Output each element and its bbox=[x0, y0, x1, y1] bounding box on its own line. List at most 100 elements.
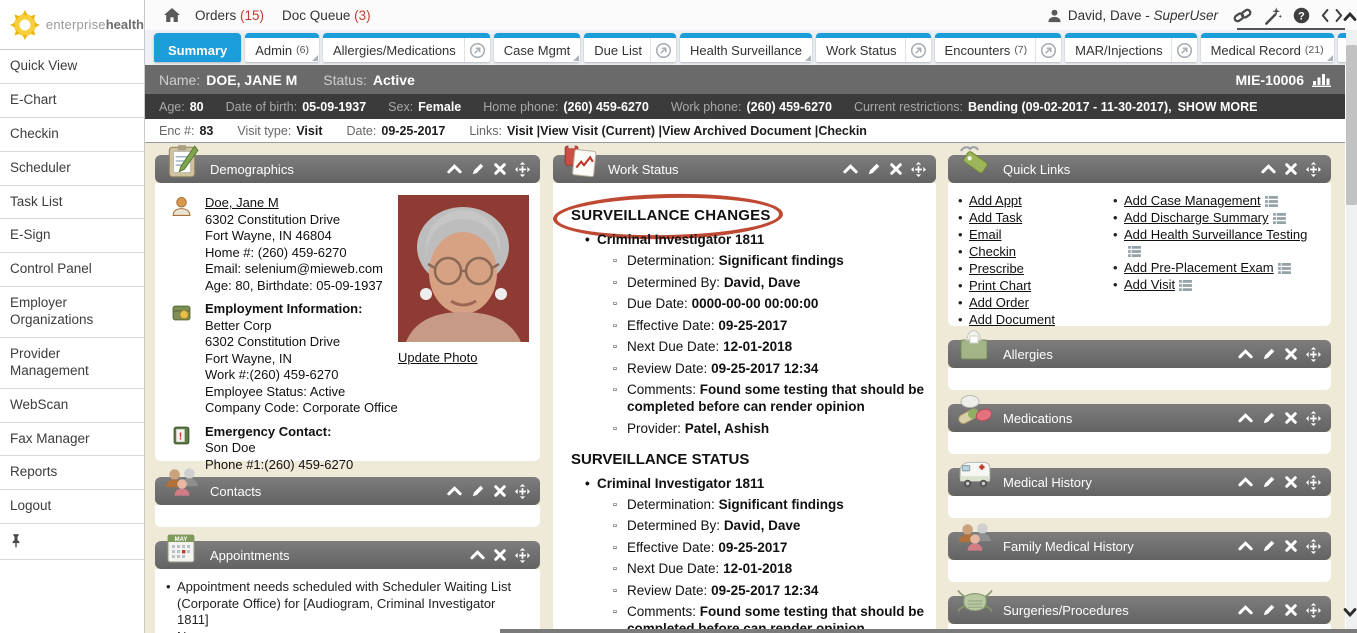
sidebar-pin-button[interactable] bbox=[0, 524, 144, 560]
quick-link-prescribe[interactable]: Prescribe bbox=[969, 261, 1024, 276]
close-icon[interactable] bbox=[1285, 476, 1297, 488]
close-icon[interactable] bbox=[890, 163, 902, 175]
quick-link-add-pre-placement-exam[interactable]: Add Pre-Placement Exam bbox=[1124, 260, 1274, 275]
close-icon[interactable] bbox=[1285, 412, 1297, 424]
link-view-visit-current[interactable]: View Visit (Current) bbox=[540, 124, 662, 138]
quick-link-email[interactable]: Email bbox=[969, 227, 1002, 242]
tab-mar-injections[interactable]: MAR/Injections bbox=[1065, 33, 1196, 62]
tab-encounters[interactable]: Encounters(7) bbox=[935, 33, 1062, 62]
edit-icon[interactable] bbox=[1262, 411, 1276, 425]
orders-nav[interactable]: Orders (15) bbox=[195, 8, 264, 23]
appointments-panel-header[interactable]: Appointments bbox=[155, 541, 540, 569]
scroll-up-icon[interactable] bbox=[1343, 12, 1357, 21]
sidebar-item-employer-organizations[interactable]: Employer Organizations bbox=[0, 287, 144, 338]
work-status-panel-header[interactable]: Work Status bbox=[553, 155, 936, 183]
move-icon[interactable] bbox=[1306, 347, 1321, 362]
tab-admin[interactable]: Admin(6) bbox=[245, 33, 319, 62]
scrollbar-thumb[interactable] bbox=[1346, 45, 1357, 205]
quick-link-add-health-surveillance-testing[interactable]: Add Health Surveillance Testing bbox=[1124, 227, 1307, 242]
edit-icon[interactable] bbox=[1262, 603, 1276, 617]
edit-icon[interactable] bbox=[471, 162, 485, 176]
close-icon[interactable] bbox=[1285, 348, 1297, 360]
tab-case-mgmt[interactable]: Case Mgmt bbox=[494, 33, 580, 62]
link-icon[interactable] bbox=[1233, 6, 1252, 25]
quick-link-add-order[interactable]: Add Order bbox=[969, 295, 1029, 310]
allergies-panel-header[interactable]: Allergies bbox=[948, 340, 1331, 368]
collapse-icon[interactable] bbox=[1238, 605, 1253, 615]
patient-name-link[interactable]: Doe, Jane M bbox=[205, 195, 279, 210]
popout-icon[interactable] bbox=[1035, 38, 1061, 62]
quick-links-panel-header[interactable]: Quick Links bbox=[948, 155, 1331, 183]
quick-link-add-case-management[interactable]: Add Case Management bbox=[1124, 193, 1261, 208]
popout-icon[interactable] bbox=[1171, 38, 1197, 62]
collapse-icon[interactable] bbox=[1261, 164, 1276, 174]
home-icon[interactable] bbox=[163, 7, 181, 23]
tab-work-status[interactable]: Work Status bbox=[816, 33, 931, 62]
edit-icon[interactable] bbox=[471, 484, 485, 498]
link-checkin[interactable]: Checkin bbox=[818, 124, 867, 138]
popout-icon[interactable] bbox=[905, 38, 931, 62]
tab-summary[interactable]: Summary bbox=[154, 33, 241, 62]
demographics-panel-header[interactable]: Demographics bbox=[155, 155, 540, 183]
quick-link-add-visit[interactable]: Add Visit bbox=[1124, 277, 1175, 292]
close-icon[interactable] bbox=[494, 485, 506, 497]
collapse-icon[interactable] bbox=[470, 550, 485, 560]
move-icon[interactable] bbox=[1306, 603, 1321, 618]
move-icon[interactable] bbox=[1306, 162, 1321, 177]
move-icon[interactable] bbox=[1306, 539, 1321, 554]
move-icon[interactable] bbox=[515, 484, 530, 499]
sidebar-item-reports[interactable]: Reports bbox=[0, 456, 144, 490]
scroll-down-icon[interactable] bbox=[1343, 608, 1357, 617]
sidebar-item-e-sign[interactable]: E-Sign bbox=[0, 219, 144, 253]
sidebar-item-checkin[interactable]: Checkin bbox=[0, 118, 144, 152]
collapse-icon[interactable] bbox=[1238, 349, 1253, 359]
sidebar-item-provider-management[interactable]: Provider Management bbox=[0, 338, 144, 389]
close-icon[interactable] bbox=[1285, 604, 1297, 616]
sidebar-item-quick-view[interactable]: Quick View bbox=[0, 50, 144, 84]
popout-icon[interactable] bbox=[464, 38, 490, 62]
sidebar-item-task-list[interactable]: Task List bbox=[0, 186, 144, 220]
move-icon[interactable] bbox=[1306, 411, 1321, 426]
sidebar-item-fax-manager[interactable]: Fax Manager bbox=[0, 423, 144, 457]
wand-icon[interactable] bbox=[1263, 6, 1282, 25]
edit-icon[interactable] bbox=[1262, 347, 1276, 361]
family-medical-history-panel-header[interactable]: Family Medical History bbox=[948, 532, 1331, 560]
app-logo[interactable]: enterprisehealth bbox=[0, 0, 144, 50]
show-more-link[interactable]: SHOW MORE bbox=[1178, 100, 1258, 114]
move-icon[interactable] bbox=[1306, 475, 1321, 490]
tab-medical-record[interactable]: Medical Record(21) bbox=[1201, 33, 1334, 62]
close-icon[interactable] bbox=[494, 163, 506, 175]
sidebar-item-control-panel[interactable]: Control Panel bbox=[0, 253, 144, 287]
popout-icon[interactable] bbox=[650, 38, 676, 62]
collapse-icon[interactable] bbox=[1238, 541, 1253, 551]
move-icon[interactable] bbox=[911, 162, 926, 177]
sidebar-item-webscan[interactable]: WebScan bbox=[0, 389, 144, 423]
collapse-icon[interactable] bbox=[843, 164, 858, 174]
link-view-archived-document[interactable]: View Archived Document bbox=[662, 124, 818, 138]
edit-icon[interactable] bbox=[1262, 475, 1276, 489]
sidebar-item-e-chart[interactable]: E-Chart bbox=[0, 84, 144, 118]
collapse-icon[interactable] bbox=[1238, 477, 1253, 487]
sidebar-item-logout[interactable]: Logout bbox=[0, 490, 144, 524]
code-icon[interactable] bbox=[1321, 8, 1343, 23]
quick-link-add-document[interactable]: Add Document bbox=[969, 312, 1055, 327]
close-icon[interactable] bbox=[1285, 163, 1297, 175]
quick-link-print-chart[interactable]: Print Chart bbox=[969, 278, 1031, 293]
update-photo-link[interactable]: Update Photo bbox=[398, 350, 478, 367]
tab-health-surveillance[interactable]: Health Surveillance bbox=[680, 33, 812, 62]
edit-icon[interactable] bbox=[1262, 539, 1276, 553]
sidebar-item-scheduler[interactable]: Scheduler bbox=[0, 152, 144, 186]
quick-link-checkin[interactable]: Checkin bbox=[969, 244, 1016, 259]
collapse-icon[interactable] bbox=[447, 486, 462, 496]
help-icon[interactable] bbox=[1293, 7, 1310, 24]
quick-link-add-discharge-summary[interactable]: Add Discharge Summary bbox=[1124, 210, 1269, 225]
link-visit[interactable]: Visit bbox=[507, 124, 540, 138]
move-icon[interactable] bbox=[515, 162, 530, 177]
current-user[interactable]: David, Dave - SuperUser bbox=[1068, 8, 1218, 23]
edit-icon[interactable] bbox=[867, 162, 881, 176]
collapse-icon[interactable] bbox=[1238, 413, 1253, 423]
surgeries-procedures-panel-header[interactable]: Surgeries/Procedures bbox=[948, 596, 1331, 624]
quick-link-add-task[interactable]: Add Task bbox=[969, 210, 1022, 225]
medical-history-panel-header[interactable]: Medical History bbox=[948, 468, 1331, 496]
close-icon[interactable] bbox=[494, 549, 506, 561]
